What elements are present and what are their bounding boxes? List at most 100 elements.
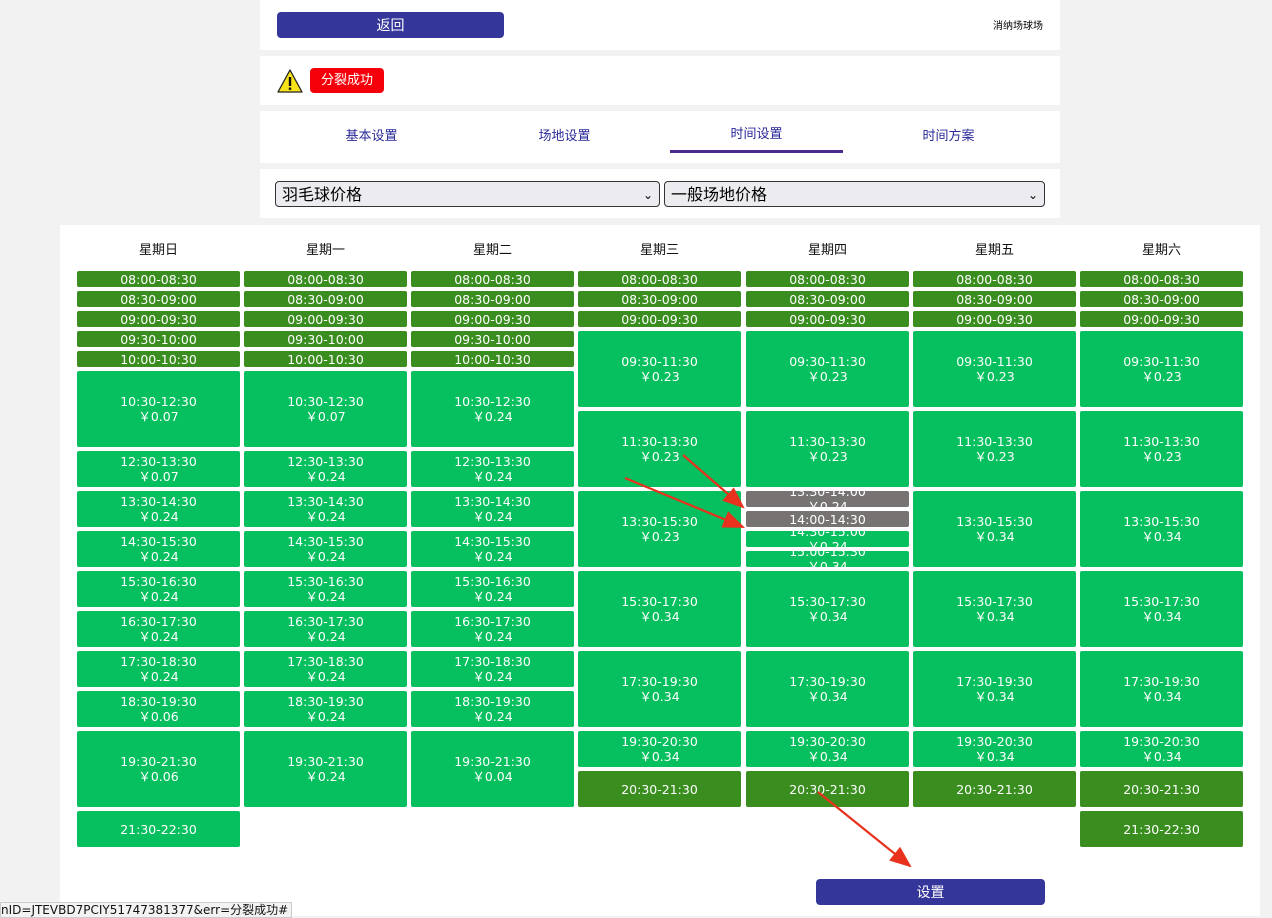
time-slot[interactable]: 10:30-12:30 ￥0.07: [77, 371, 240, 447]
time-slot[interactable]: 15:30-16:30 ￥0.24: [411, 571, 574, 607]
slot-price: ￥0.23: [974, 449, 1015, 464]
time-slot[interactable]: 08:00-08:30: [578, 271, 741, 287]
time-slot[interactable]: 15:30-16:30 ￥0.24: [77, 571, 240, 607]
time-slot[interactable]: 19:30-20:30 ￥0.34: [746, 731, 909, 767]
time-slot[interactable]: 08:00-08:30: [746, 271, 909, 287]
time-slot[interactable]: 18:30-19:30 ￥0.24: [411, 691, 574, 727]
time-slot[interactable]: 11:30-13:30 ￥0.23: [1080, 411, 1243, 487]
time-slot[interactable]: 09:00-09:30: [244, 311, 407, 327]
slot-price: ￥0.07: [138, 409, 179, 424]
time-slot[interactable]: 08:00-08:30: [1080, 271, 1243, 287]
time-slot[interactable]: 09:00-09:30: [411, 311, 574, 327]
time-slot[interactable]: 10:00-10:30: [244, 351, 407, 367]
time-slot[interactable]: 16:30-17:30 ￥0.24: [244, 611, 407, 647]
time-slot[interactable]: 19:30-20:30 ￥0.34: [1080, 731, 1243, 767]
time-slot[interactable]: 20:30-21:30: [913, 771, 1076, 807]
time-slot[interactable]: 15:30-17:30 ￥0.34: [578, 571, 741, 647]
slot-price: ￥0.24: [472, 509, 513, 524]
time-slot[interactable]: 17:30-18:30 ￥0.24: [411, 651, 574, 687]
time-slot[interactable]: 08:00-08:30: [411, 271, 574, 287]
time-slot[interactable]: 13:30-14:30 ￥0.24: [244, 491, 407, 527]
time-slot[interactable]: 09:30-10:00: [244, 331, 407, 347]
time-slot[interactable]: 21:30-22:30: [1080, 811, 1243, 847]
time-slot[interactable]: 09:30-11:30 ￥0.23: [1080, 331, 1243, 407]
time-slot[interactable]: 17:30-18:30 ￥0.24: [244, 651, 407, 687]
time-slot[interactable]: 09:00-09:30: [578, 311, 741, 327]
time-slot[interactable]: 08:30-09:00: [244, 291, 407, 307]
time-slot-selected[interactable]: 13:30-14:00 ￥0.24: [746, 484, 909, 514]
time-slot[interactable]: 21:30-22:30: [77, 811, 240, 847]
time-slot[interactable]: 17:30-18:30 ￥0.24: [77, 651, 240, 687]
time-slot[interactable]: 10:30-12:30 ￥0.07: [244, 371, 407, 447]
time-slot[interactable]: 12:30-13:30 ￥0.24: [411, 451, 574, 487]
time-slot[interactable]: 08:30-09:00: [1080, 291, 1243, 307]
time-slot[interactable]: 08:30-09:00: [578, 291, 741, 307]
time-slot[interactable]: 11:30-13:30 ￥0.23: [913, 411, 1076, 487]
slot-time: 19:30-20:30: [621, 734, 698, 749]
time-slot[interactable]: 09:00-09:30: [1080, 311, 1243, 327]
time-slot[interactable]: 08:30-09:00: [77, 291, 240, 307]
time-slot[interactable]: 13:30-15:30 ￥0.34: [913, 491, 1076, 567]
time-slot[interactable]: 09:30-11:30 ￥0.23: [913, 331, 1076, 407]
time-slot[interactable]: 20:30-21:30: [1080, 771, 1243, 807]
time-slot[interactable]: 15:30-17:30 ￥0.34: [913, 571, 1076, 647]
time-slot[interactable]: 09:30-11:30 ￥0.23: [578, 331, 741, 407]
time-slot[interactable]: 09:30-11:30 ￥0.23: [746, 331, 909, 407]
time-slot[interactable]: 08:30-09:00: [411, 291, 574, 307]
time-slot[interactable]: 12:30-13:30 ￥0.07: [77, 451, 240, 487]
time-slot[interactable]: 20:30-21:30: [578, 771, 741, 807]
tab-venue-settings[interactable]: 场地设置: [478, 111, 651, 163]
time-slot[interactable]: 16:30-17:30 ￥0.24: [77, 611, 240, 647]
time-slot[interactable]: 09:00-09:30: [913, 311, 1076, 327]
time-slot[interactable]: 09:30-10:00: [77, 331, 240, 347]
time-slot[interactable]: 18:30-19:30 ￥0.06: [77, 691, 240, 727]
time-slot[interactable]: 17:30-19:30 ￥0.34: [746, 651, 909, 727]
tab-time-settings[interactable]: 时间设置: [670, 111, 843, 163]
time-slot[interactable]: 20:30-21:30: [746, 771, 909, 807]
time-slot[interactable]: 14:30-15:30 ￥0.24: [411, 531, 574, 567]
time-slot[interactable]: 19:30-20:30 ￥0.34: [578, 731, 741, 767]
time-slot[interactable]: 13:30-14:30 ￥0.24: [411, 491, 574, 527]
time-slot[interactable]: 14:30-15:30 ￥0.24: [244, 531, 407, 567]
time-slot[interactable]: 10:00-10:30: [411, 351, 574, 367]
time-slot[interactable]: 15:30-17:30 ￥0.34: [746, 571, 909, 647]
sport-select[interactable]: 羽毛球价格 ⌄: [275, 181, 660, 207]
time-slot[interactable]: 19:30-20:30 ￥0.34: [913, 731, 1076, 767]
slot-price: ￥0.34: [807, 609, 848, 624]
time-slot[interactable]: 08:30-09:00: [746, 291, 909, 307]
time-slot[interactable]: 19:30-21:30 ￥0.06: [77, 731, 240, 807]
time-slot[interactable]: 15:00-15:30 ￥0.34: [746, 544, 909, 574]
time-slot[interactable]: 17:30-19:30 ￥0.34: [1080, 651, 1243, 727]
time-slot[interactable]: 15:30-17:30 ￥0.34: [1080, 571, 1243, 647]
time-slot[interactable]: 09:00-09:30: [746, 311, 909, 327]
tab-time-plans[interactable]: 时间方案: [862, 111, 1035, 163]
tab-basic-settings[interactable]: 基本设置: [285, 111, 458, 163]
time-slot[interactable]: 19:30-21:30 ￥0.04: [411, 731, 574, 807]
time-slot[interactable]: 14:30-15:30 ￥0.24: [77, 531, 240, 567]
time-slot[interactable]: 08:30-09:00: [913, 291, 1076, 307]
time-slot[interactable]: 13:30-14:30 ￥0.24: [77, 491, 240, 527]
time-slot[interactable]: 19:30-21:30 ￥0.24: [244, 731, 407, 807]
time-slot[interactable]: 10:30-12:30 ￥0.24: [411, 371, 574, 447]
time-slot[interactable]: 09:30-10:00: [411, 331, 574, 347]
back-button[interactable]: 返回: [277, 12, 504, 38]
time-slot[interactable]: 16:30-17:30 ￥0.24: [411, 611, 574, 647]
time-slot[interactable]: 08:00-08:30: [913, 271, 1076, 287]
time-slot[interactable]: 11:30-13:30 ￥0.23: [746, 411, 909, 487]
time-slot[interactable]: 17:30-19:30 ￥0.34: [913, 651, 1076, 727]
price-type-select[interactable]: 一般场地价格 ⌄: [664, 181, 1045, 207]
alert-message: 分裂成功: [310, 68, 385, 93]
time-slot[interactable]: 15:30-16:30 ￥0.24: [244, 571, 407, 607]
time-slot[interactable]: 08:00-08:30: [77, 271, 240, 287]
slot-time: 09:00-09:30: [287, 311, 364, 327]
time-slot[interactable]: 18:30-19:30 ￥0.24: [244, 691, 407, 727]
time-slot[interactable]: 10:00-10:30: [77, 351, 240, 367]
set-button[interactable]: 设置: [816, 879, 1045, 905]
time-slot[interactable]: 17:30-19:30 ￥0.34: [578, 651, 741, 727]
time-slot[interactable]: 12:30-13:30 ￥0.24: [244, 451, 407, 487]
time-slot[interactable]: 09:00-09:30: [77, 311, 240, 327]
time-slot[interactable]: 11:30-13:30 ￥0.23: [578, 411, 741, 487]
time-slot[interactable]: 13:30-15:30 ￥0.34: [1080, 491, 1243, 567]
time-slot[interactable]: 08:00-08:30: [244, 271, 407, 287]
time-slot[interactable]: 13:30-15:30 ￥0.23: [578, 491, 741, 567]
